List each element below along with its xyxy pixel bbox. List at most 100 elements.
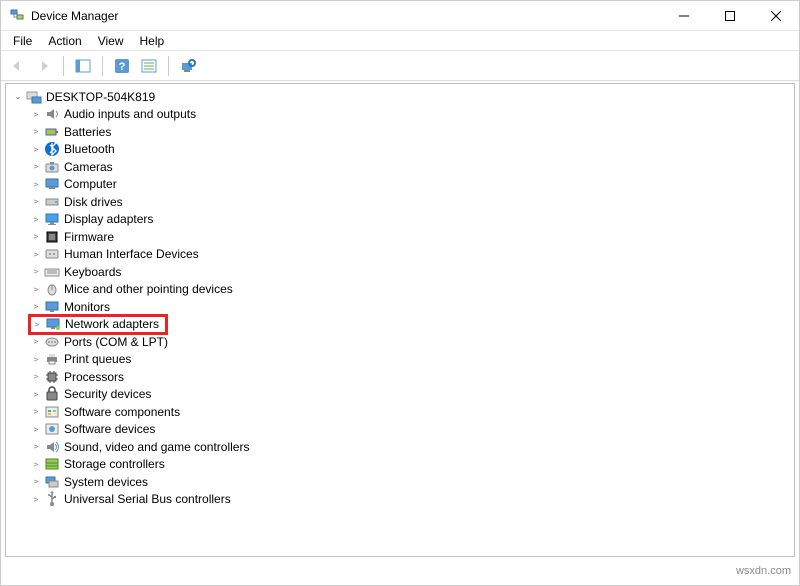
tree-category-node[interactable]: > Cameras xyxy=(12,158,794,176)
tree-category-label: System devices xyxy=(64,475,148,489)
tree-category-node[interactable]: > Ports (COM & LPT) xyxy=(12,333,794,351)
tree-category-node[interactable]: > Security devices xyxy=(12,386,794,404)
tree-category-node[interactable]: > Disk drives xyxy=(12,193,794,211)
chevron-right-icon[interactable]: > xyxy=(30,108,42,120)
tree-category-label: Batteries xyxy=(64,125,111,139)
toolbar-separator xyxy=(63,56,64,76)
menu-action[interactable]: Action xyxy=(40,32,89,50)
tree-category-label: Monitors xyxy=(64,300,110,314)
tree-category-node[interactable]: > Software devices xyxy=(12,421,794,439)
forward-button[interactable] xyxy=(32,54,56,78)
expander-icon[interactable]: ⌄ xyxy=(12,91,24,103)
chevron-right-icon[interactable]: > xyxy=(30,371,42,383)
show-hide-tree-button[interactable] xyxy=(71,54,95,78)
toolbar: ? xyxy=(1,51,799,81)
tree-category-label: Storage controllers xyxy=(64,457,165,471)
tree-category-node[interactable]: > Bluetooth xyxy=(12,141,794,159)
tree-category-label: Security devices xyxy=(64,387,151,401)
close-button[interactable] xyxy=(753,1,799,31)
properties-button[interactable] xyxy=(137,54,161,78)
chevron-right-icon[interactable]: > xyxy=(30,423,42,435)
tree-category-node[interactable]: >Print queues xyxy=(12,351,794,369)
firmware-icon xyxy=(44,229,60,245)
tree-root-node[interactable]: ⌄ DESKTOP-504K819 xyxy=(12,88,794,106)
tree-category-node[interactable]: > Firmware xyxy=(12,228,794,246)
tree-category-node[interactable]: > System devices xyxy=(12,473,794,491)
menu-file[interactable]: File xyxy=(5,32,40,50)
window-controls xyxy=(661,1,799,31)
maximize-button[interactable] xyxy=(707,1,753,31)
tree-category-label: Bluetooth xyxy=(64,142,115,156)
tree-category-node[interactable]: > Processors xyxy=(12,368,794,386)
chevron-right-icon[interactable]: > xyxy=(31,318,43,330)
chevron-right-icon[interactable]: > xyxy=(30,353,42,365)
computer-icon xyxy=(44,176,60,192)
toolbar-separator xyxy=(168,56,169,76)
usb-icon xyxy=(44,491,60,507)
chevron-right-icon[interactable]: > xyxy=(30,301,42,313)
chevron-right-icon[interactable]: > xyxy=(30,161,42,173)
chevron-right-icon[interactable]: > xyxy=(30,248,42,260)
chevron-right-icon[interactable]: > xyxy=(30,178,42,190)
window-title: Device Manager xyxy=(31,9,661,23)
watermark-text: wsxdn.com xyxy=(736,565,791,577)
battery-icon xyxy=(44,124,60,140)
chevron-right-icon[interactable]: > xyxy=(30,336,42,348)
tree-category-label: Cameras xyxy=(64,160,113,174)
chevron-right-icon[interactable]: > xyxy=(30,143,42,155)
tree-category-label: Firmware xyxy=(64,230,114,244)
tree-category-label: Processors xyxy=(64,370,124,384)
monitor-icon xyxy=(44,299,60,315)
tree-category-node[interactable]: >Human Interface Devices xyxy=(12,246,794,264)
ports-icon xyxy=(44,334,60,350)
chevron-right-icon[interactable]: > xyxy=(30,231,42,243)
tree-category-node[interactable]: > Universal Serial Bus controllers xyxy=(12,491,794,509)
tree-category-node[interactable]: > Batteries xyxy=(12,123,794,141)
tree-category-node[interactable]: >Computer xyxy=(12,176,794,194)
network-icon xyxy=(45,316,61,332)
titlebar: Device Manager xyxy=(1,1,799,31)
chevron-right-icon[interactable]: > xyxy=(30,388,42,400)
tree-category-label: Software components xyxy=(64,405,180,419)
chevron-right-icon[interactable]: > xyxy=(30,441,42,453)
tree-root-label: DESKTOP-504K819 xyxy=(46,90,155,104)
mouse-icon xyxy=(44,281,60,297)
tree-category-label: Ports (COM & LPT) xyxy=(64,335,168,349)
tree-category-node[interactable]: >Keyboards xyxy=(12,263,794,281)
chevron-right-icon[interactable]: > xyxy=(30,196,42,208)
tree-category-label: Sound, video and game controllers xyxy=(64,440,249,454)
tree-category-node[interactable]: > Network adapters xyxy=(12,316,794,334)
app-icon xyxy=(9,8,25,24)
bluetooth-icon xyxy=(44,141,60,157)
tree-category-label: Mice and other pointing devices xyxy=(64,282,233,296)
chevron-right-icon[interactable]: > xyxy=(30,213,42,225)
chevron-right-icon[interactable]: > xyxy=(30,476,42,488)
tree-category-node[interactable]: > Sound, video and game controllers xyxy=(12,438,794,456)
tree-category-label: Display adapters xyxy=(64,212,153,226)
tree-category-label: Software devices xyxy=(64,422,155,436)
chevron-right-icon[interactable]: > xyxy=(30,283,42,295)
back-button[interactable] xyxy=(5,54,29,78)
sound-icon xyxy=(44,439,60,455)
tree-category-node[interactable]: > Mice and other pointing devices xyxy=(12,281,794,299)
tree-category-node[interactable]: > Display adapters xyxy=(12,211,794,229)
chevron-right-icon[interactable]: > xyxy=(30,266,42,278)
help-button[interactable]: ? xyxy=(110,54,134,78)
menu-help[interactable]: Help xyxy=(132,32,173,50)
tree-category-node[interactable]: >Audio inputs and outputs xyxy=(12,106,794,124)
camera-icon xyxy=(44,159,60,175)
tree-category-label: Disk drives xyxy=(64,195,123,209)
menubar: File Action View Help xyxy=(1,31,799,51)
tree-category-label: Network adapters xyxy=(65,317,159,331)
chevron-right-icon[interactable]: > xyxy=(30,493,42,505)
storage-icon xyxy=(44,456,60,472)
chevron-right-icon[interactable]: > xyxy=(30,126,42,138)
tree-category-node[interactable]: > Software components xyxy=(12,403,794,421)
chevron-right-icon[interactable]: > xyxy=(30,406,42,418)
tree-category-node[interactable]: > Storage controllers xyxy=(12,456,794,474)
chevron-right-icon[interactable]: > xyxy=(30,458,42,470)
scan-hardware-button[interactable] xyxy=(176,54,200,78)
minimize-button[interactable] xyxy=(661,1,707,31)
tree-category-label: Universal Serial Bus controllers xyxy=(64,492,231,506)
menu-view[interactable]: View xyxy=(90,32,132,50)
